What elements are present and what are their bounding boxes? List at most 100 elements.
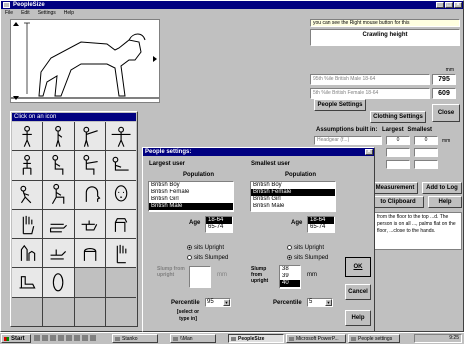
scroll-right-arrow[interactable] (153, 56, 157, 62)
description-text: from the floor to the top ...d. The pers… (374, 212, 462, 250)
result2-label: 5th %ile British Female 18-64 (310, 88, 430, 99)
smallest-sits-slumped[interactable]: sits Slumped (287, 255, 328, 261)
figure-viewer (10, 19, 160, 103)
seated-front-icon[interactable] (12, 151, 43, 180)
largest-age-item[interactable]: 18-64 (206, 217, 232, 224)
menu-settings[interactable]: Settings (38, 9, 56, 17)
largest-population-item[interactable]: British Male (149, 203, 233, 210)
largest-upright-radio[interactable] (187, 245, 192, 250)
app-icon (3, 2, 10, 8)
arm-reach-icon[interactable] (74, 122, 105, 151)
hand-point-icon[interactable] (74, 209, 105, 239)
smallest-percentile-dropdown-icon[interactable]: ▼ (325, 299, 332, 306)
clothing-settings-button[interactable]: Clothing Settings (370, 111, 426, 123)
largest-population-item[interactable]: British Boy (149, 182, 233, 189)
largest-population-item[interactable]: British Girl (149, 196, 233, 203)
largest-population-item[interactable]: British Female (149, 189, 233, 196)
task-powerpoint[interactable]: Microsoft PowerP... (286, 334, 346, 343)
app-title-bar: PeopleSize _ □ × (1, 1, 463, 9)
quick-launch-icon[interactable] (42, 335, 48, 341)
dialog-help-button[interactable]: Help (345, 310, 371, 326)
hand-grip-icon[interactable] (105, 209, 136, 239)
quick-launch-icon[interactable] (50, 335, 56, 341)
dialog-close-button[interactable]: × (365, 149, 373, 155)
smallest-population-item[interactable]: British Girl (251, 196, 335, 203)
head-front-icon[interactable] (105, 180, 136, 209)
body-span-icon[interactable] (105, 122, 136, 151)
largest-percentile-dropdown-icon[interactable]: ▼ (223, 299, 230, 306)
smallest-population-item[interactable]: British Female (251, 189, 335, 196)
smallest-slump-item[interactable]: 39 (280, 273, 300, 280)
task-man[interactable]: \\Man (170, 334, 216, 343)
smallest-age-list[interactable]: 18-64 65-74 (307, 216, 335, 233)
smallest-slump-list[interactable]: 38 39 40 (279, 265, 301, 289)
largest-slumped-radio[interactable] (187, 255, 192, 260)
largest-sits-slumped[interactable]: sits Slumped (187, 255, 228, 261)
kneeling-icon[interactable] (43, 180, 74, 209)
largest-percentile-select[interactable]: 95 ▼ (205, 298, 231, 307)
foot-top-icon[interactable] (43, 268, 74, 297)
quick-launch-icon[interactable] (66, 335, 72, 341)
largest-slump-input (189, 266, 211, 288)
hand-fist-icon[interactable] (74, 239, 105, 268)
quick-launch-icon[interactable] (34, 335, 40, 341)
task-people-settings[interactable]: People settings (348, 334, 400, 343)
largest-population-list[interactable]: British Boy British Female British Girl Bri… (148, 181, 234, 212)
finger-thumb-icon[interactable] (12, 239, 43, 268)
ok-button[interactable]: OK (345, 257, 371, 277)
seated-legs-icon[interactable] (105, 151, 136, 180)
task-peoplesize[interactable]: PeopleSize (228, 334, 284, 343)
hand-open-icon[interactable] (12, 209, 43, 239)
hand-back-icon[interactable] (105, 239, 136, 268)
measurement-button[interactable]: Measurement (372, 182, 418, 194)
maximize-button[interactable]: □ (445, 2, 453, 8)
hand-hold-icon[interactable] (43, 239, 74, 268)
quick-launch-icon[interactable] (90, 335, 96, 341)
quick-launch-icon[interactable] (58, 335, 64, 341)
minimize-button[interactable]: _ (436, 2, 444, 8)
cancel-button[interactable]: Cancel (345, 284, 371, 300)
smallest-slump-item[interactable]: 38 (280, 266, 300, 273)
largest-age-item[interactable]: 65-74 (206, 224, 232, 231)
close-button[interactable]: Close (432, 104, 460, 122)
people-settings-button[interactable]: People Settings (314, 99, 366, 111)
largest-sits-upright[interactable]: sits Upright (187, 245, 224, 251)
smallest-slumped-radio[interactable] (287, 255, 292, 260)
help-main-button[interactable]: Help (428, 196, 462, 208)
smallest-percentile-select[interactable]: 5 ▼ (307, 298, 333, 307)
foot-side-icon[interactable] (12, 268, 43, 297)
standing-side-icon[interactable] (43, 122, 74, 151)
menu-help[interactable]: Help (64, 9, 74, 17)
seated-reach-icon[interactable] (74, 151, 105, 180)
head-side-icon[interactable] (74, 180, 105, 209)
standing-front-icon[interactable] (12, 122, 43, 151)
assumption-largest-value[interactable]: 0 (386, 136, 410, 145)
quick-launch-icon[interactable] (82, 335, 88, 341)
assumption-smallest-value[interactable]: 0 (414, 136, 438, 145)
scroll-up-arrow[interactable] (13, 22, 19, 26)
menu-file[interactable]: File (5, 9, 13, 17)
scroll-down-arrow[interactable] (13, 96, 19, 100)
to-clipboard-button[interactable]: to Clipboard (372, 196, 424, 208)
largest-age-list[interactable]: 18-64 65-74 (205, 216, 233, 233)
smallest-age-item[interactable]: 65-74 (308, 224, 334, 231)
close-window-button[interactable]: × (454, 2, 462, 8)
menu-edit[interactable]: Edit (21, 9, 30, 17)
smallest-sits-upright[interactable]: sits Upright (287, 245, 324, 251)
hand-side-icon[interactable] (43, 209, 74, 239)
smallest-population-item[interactable]: British Boy (251, 182, 335, 189)
assumption-empty-3 (386, 160, 410, 169)
menu-bar: File Edit Settings Help (1, 9, 463, 17)
smallest-population-list[interactable]: British Boy British Female British Girl Bri… (250, 181, 336, 212)
quick-launch-icon[interactable] (74, 335, 80, 341)
add-to-log-button[interactable]: Add to Log (422, 182, 462, 194)
smallest-slump-item[interactable]: 40 (280, 280, 300, 287)
start-button[interactable]: Start (1, 334, 31, 343)
smallest-population-item[interactable]: British Male (251, 203, 335, 210)
smallest-age-item[interactable]: 18-64 (308, 217, 334, 224)
dialog-title: People settings: (145, 149, 192, 155)
crouching-icon[interactable] (12, 180, 43, 209)
smallest-upright-radio[interactable] (287, 245, 292, 250)
seated-side-icon[interactable] (43, 151, 74, 180)
task-stanko[interactable]: Stanko (112, 334, 158, 343)
